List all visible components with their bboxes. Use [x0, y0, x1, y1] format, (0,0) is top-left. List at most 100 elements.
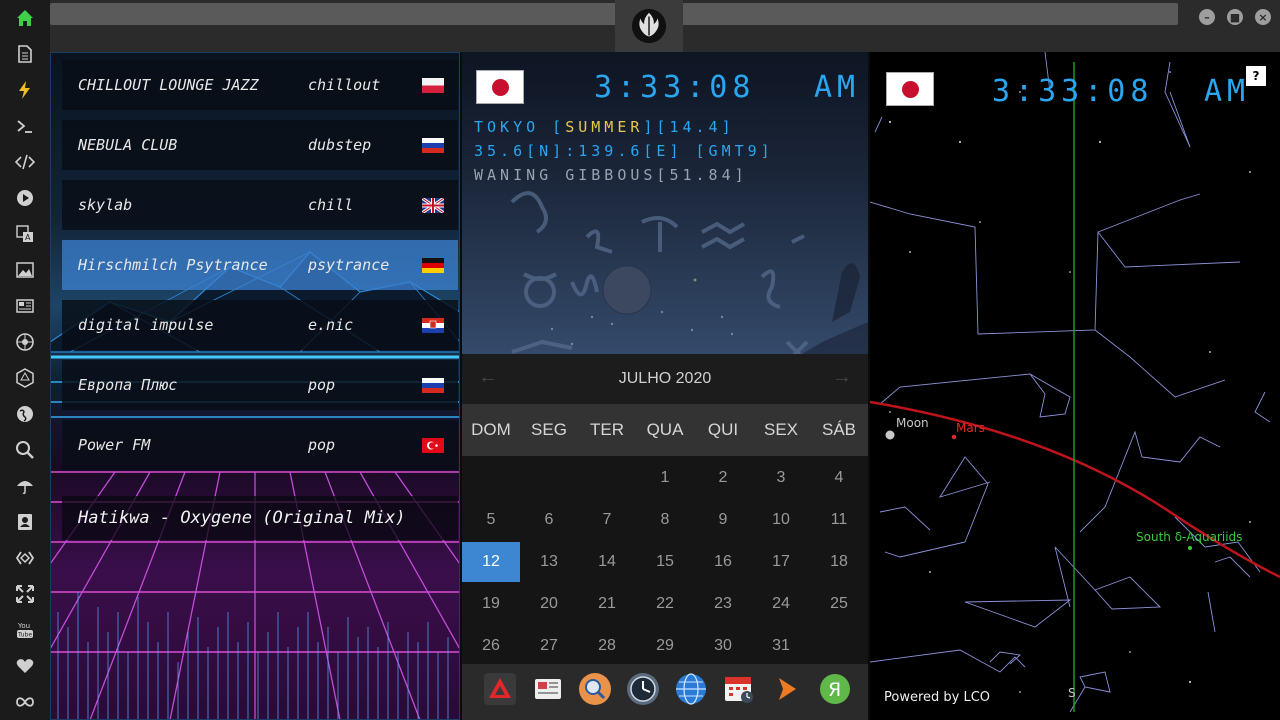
croatia-flag-icon — [422, 317, 444, 333]
weekday-header: DOM SEG TER QUA QUI SEX SÁB — [462, 404, 868, 456]
world-clock: 3:33:08 AM TOKYO [SUMMER][14.4] 35.6[N]:… — [462, 52, 868, 354]
calendar-day[interactable]: 10 — [752, 500, 810, 540]
calendar-day[interactable]: 8 — [636, 500, 694, 540]
calendar-day[interactable]: 19 — [462, 584, 520, 624]
calendar-day[interactable]: 29 — [636, 626, 694, 666]
infinity-icon[interactable] — [0, 684, 50, 720]
document-icon[interactable] — [0, 36, 50, 72]
russia-flag-icon — [422, 377, 444, 393]
station-row[interactable]: digital impulse e.nic — [62, 300, 458, 350]
starmap-time: 3:33:08 — [992, 74, 1154, 109]
station-row[interactable]: NEBULA CLUB dubstep — [62, 120, 458, 170]
russia-flag-icon — [422, 137, 444, 153]
newspaper-icon[interactable] — [0, 288, 50, 324]
logo-tab[interactable] — [615, 0, 683, 52]
home-icon[interactable] — [0, 0, 50, 36]
calendar-day[interactable]: 31 — [752, 626, 810, 666]
rebel-alliance-icon — [631, 8, 667, 44]
help-button[interactable]: ? — [1246, 66, 1266, 86]
season: SUMMER — [565, 118, 644, 136]
calendar-day[interactable]: 6 — [520, 500, 578, 540]
calendar-day[interactable]: 23 — [694, 584, 752, 624]
calendar-day[interactable]: 16 — [694, 542, 752, 582]
expand-icon[interactable] — [0, 576, 50, 612]
diamond-link-icon[interactable] — [0, 540, 50, 576]
calendar-day[interactable]: 28 — [578, 626, 636, 666]
terminal-icon[interactable] — [0, 108, 50, 144]
month-label: JULHO 2020 — [618, 370, 712, 387]
station-row[interactable]: Европа Плюс pop — [62, 360, 458, 410]
search-icon[interactable] — [0, 432, 50, 468]
globe-icon[interactable] — [0, 396, 50, 432]
address-bar[interactable] — [50, 3, 1178, 25]
star-map[interactable]: 3:33:08 AM ? Moon Mars South δ-Aquariids… — [870, 52, 1280, 720]
calendar-day[interactable]: 20 — [520, 584, 578, 624]
station-row[interactable]: CHILLOUT LOUNGE JAZZ chillout — [62, 60, 458, 110]
location-suffix: ][14.4] — [643, 118, 735, 136]
rebel-alliance-icon[interactable] — [0, 324, 50, 360]
station-row-active[interactable]: Hirschmilch Psytrance psytrance — [62, 240, 458, 290]
maximize-button[interactable]: ■ — [1227, 9, 1243, 25]
weekday-label: TER — [590, 420, 624, 439]
starmap-ampm: AM — [1204, 74, 1251, 109]
station-name: skylab — [78, 196, 133, 214]
code-icon[interactable] — [0, 144, 50, 180]
calendar-app-icon[interactable] — [722, 672, 756, 706]
anydesk-icon[interactable] — [483, 672, 517, 706]
translate-icon[interactable]: A — [0, 216, 50, 252]
calendar-day[interactable]: 11 — [810, 500, 868, 540]
calendar-day[interactable]: 25 — [810, 584, 868, 624]
search-app-icon[interactable] — [578, 672, 612, 706]
youtube-icon[interactable]: You Tube — [0, 612, 50, 648]
powered-by-label: Powered by LCO — [884, 690, 991, 705]
calendar-day[interactable]: 1 — [636, 458, 694, 498]
calendar: ← JULHO 2020 → DOM SEG TER QUA QUI SEX SÁB 123… — [462, 354, 868, 664]
calendar-day[interactable]: 15 — [636, 542, 694, 582]
weekday-label: SÁB — [821, 420, 857, 439]
location-line: TOKYO [SUMMER][14.4] — [474, 118, 735, 136]
calendar-day[interactable]: 26 — [462, 626, 520, 666]
lightning-icon[interactable] — [0, 72, 50, 108]
calendar-day[interactable]: 7 — [578, 500, 636, 540]
calendar-day[interactable]: 4 — [810, 458, 868, 498]
hexagon-icon[interactable] — [0, 360, 50, 396]
umbrella-icon[interactable] — [0, 468, 50, 504]
calendar-day[interactable]: 18 — [810, 542, 868, 582]
clock-app-icon[interactable] — [626, 672, 660, 706]
calendar-day[interactable]: 5 — [462, 500, 520, 540]
svg-text:A: A — [25, 233, 31, 242]
browser-globe-icon[interactable] — [674, 672, 708, 706]
next-month-button[interactable]: → — [832, 366, 852, 389]
calendar-day[interactable]: 22 — [636, 584, 694, 624]
image-icon[interactable] — [0, 252, 50, 288]
calendar-day[interactable]: 24 — [752, 584, 810, 624]
calendar-day[interactable]: 2 — [694, 458, 752, 498]
yandex-icon[interactable]: Я — [818, 672, 852, 706]
calendar-day[interactable]: 27 — [520, 626, 578, 666]
calendar-day[interactable]: 30 — [694, 626, 752, 666]
desktop-app: A You Tube – ■ × CHILLOUT LOUNGE JAZZ ch… — [0, 0, 1280, 720]
poland-flag-icon — [422, 77, 444, 93]
minimize-button[interactable]: – — [1199, 9, 1215, 25]
calendar-day[interactable]: 9 — [694, 500, 752, 540]
clock-ampm: AM — [814, 70, 861, 105]
calendar-day[interactable]: 21 — [578, 584, 636, 624]
calendar-day[interactable]: 14 — [578, 542, 636, 582]
station-genre: chill — [308, 196, 354, 214]
calendar-day[interactable]: 13 — [520, 542, 578, 582]
station-name: digital impulse — [78, 316, 214, 334]
station-row[interactable]: skylab chill — [62, 180, 458, 230]
close-button[interactable]: × — [1255, 9, 1271, 25]
calendar-day[interactable]: 17 — [752, 542, 810, 582]
calendar-day[interactable]: 3 — [752, 458, 810, 498]
contact-icon[interactable] — [0, 504, 50, 540]
previous-month-button[interactable]: ← — [478, 366, 498, 389]
station-row[interactable]: Power FM pop — [62, 420, 458, 470]
station-genre: chillout — [308, 76, 381, 94]
weekday-label: QUI — [707, 420, 739, 439]
arrow-app-icon[interactable] — [770, 672, 804, 706]
heart-icon[interactable] — [0, 648, 50, 684]
news-reader-icon[interactable] — [531, 672, 565, 706]
calendar-day-today[interactable]: 12 — [462, 542, 520, 582]
play-icon[interactable] — [0, 180, 50, 216]
